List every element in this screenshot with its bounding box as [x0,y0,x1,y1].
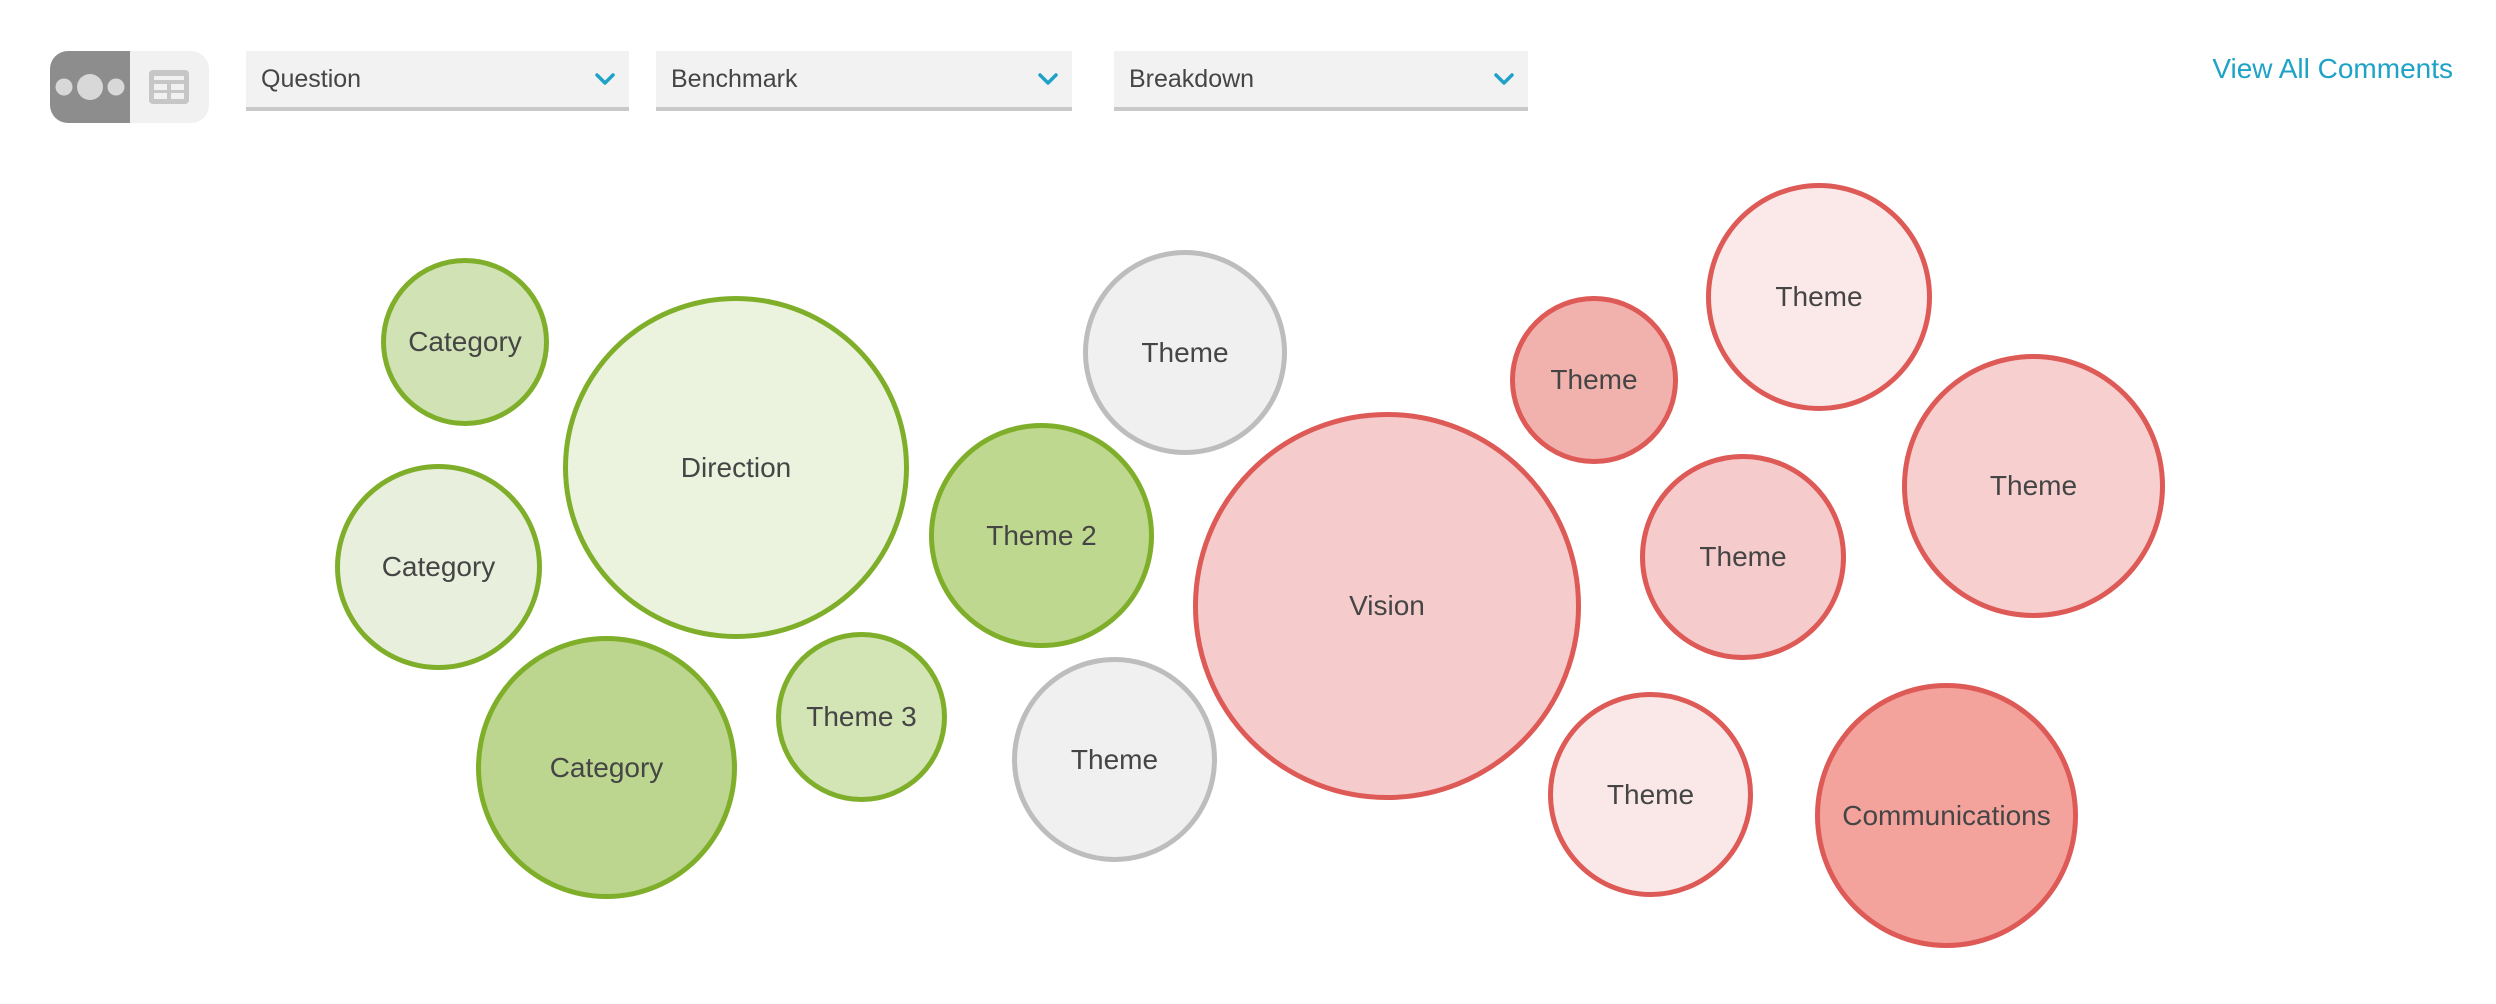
view-toggle [50,51,209,123]
bubble-theme-3[interactable]: Theme 3 [776,632,947,802]
view-all-comments-link[interactable]: View All Comments [2212,53,2453,85]
bubble-chart: Category Direction Category Category The… [0,0,2496,1004]
bubble-theme[interactable]: Theme [1083,250,1287,455]
bubble-theme[interactable]: Theme [1640,454,1846,660]
breakdown-dropdown-label: Breakdown [1129,64,1255,93]
bubble-vision[interactable]: Vision [1193,412,1581,800]
bubble-category[interactable]: Category [335,464,542,670]
chevron-down-icon [1494,72,1514,86]
bubble-category[interactable]: Category [476,636,737,899]
bubble-view-icon [55,74,125,100]
table-view-button[interactable] [130,51,210,123]
question-dropdown[interactable]: Question [246,51,629,111]
bubble-category[interactable]: Category [381,258,549,426]
bubble-view-button[interactable] [50,51,130,123]
bubble-theme[interactable]: Theme [1510,296,1678,464]
bubble-theme[interactable]: Theme [1902,354,2165,618]
bubble-theme[interactable]: Theme [1012,657,1217,862]
benchmark-dropdown-label: Benchmark [671,64,798,93]
question-dropdown-label: Question [261,64,362,93]
bubble-theme-2[interactable]: Theme 2 [929,423,1154,648]
benchmark-dropdown[interactable]: Benchmark [656,51,1072,111]
bubble-communications[interactable]: Communications [1815,683,2078,948]
chevron-down-icon [595,72,615,86]
table-view-icon [149,70,190,104]
bubble-theme[interactable]: Theme [1706,183,1932,411]
chevron-down-icon [1038,72,1058,86]
bubble-theme[interactable]: Theme [1548,692,1753,897]
bubble-direction[interactable]: Direction [563,296,909,639]
breakdown-dropdown[interactable]: Breakdown [1114,51,1528,111]
